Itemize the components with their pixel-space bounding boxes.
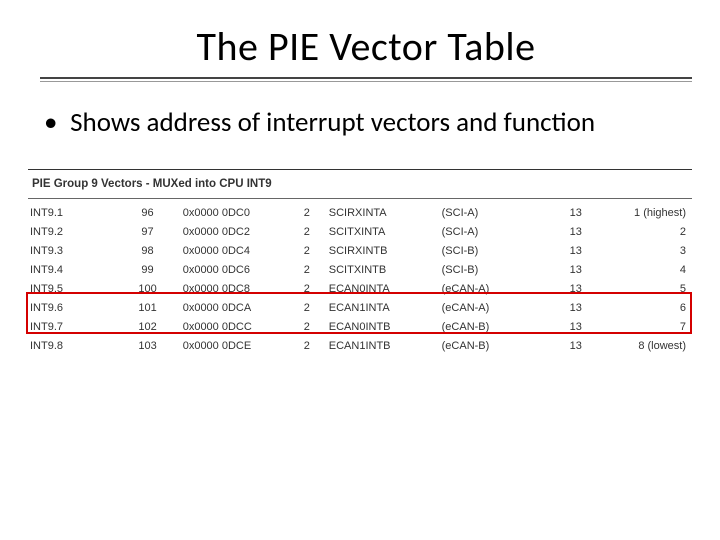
peripheral: (eCAN-B) — [440, 336, 546, 355]
signal-name: ECAN1INTA — [327, 298, 440, 317]
bullet-text: Shows address of interrupt vectors and f… — [70, 106, 595, 139]
vector-address: 0x0000 0DCA — [181, 298, 287, 317]
peripheral: (SCI-A) — [440, 222, 546, 241]
vector-size: 2 — [287, 317, 327, 336]
vector-name: INT9.4 — [28, 260, 114, 279]
vector-name: INT9.3 — [28, 241, 114, 260]
bullet-item: • Shows address of interrupt vectors and… — [44, 106, 692, 139]
table-row: INT9.51000x0000 0DC82ECAN0INTA(eCAN-A)13… — [28, 279, 692, 298]
vector-size: 2 — [287, 203, 327, 222]
vector-address: 0x0000 0DCE — [181, 336, 287, 355]
signal-name: ECAN0INTA — [327, 279, 440, 298]
peripheral: (SCI-A) — [440, 203, 546, 222]
priority: 3 — [606, 241, 692, 260]
peripheral: (SCI-B) — [440, 260, 546, 279]
signal-name: ECAN0INTB — [327, 317, 440, 336]
vector-id: 97 — [114, 222, 180, 241]
table-header-rule — [28, 198, 692, 199]
table-row: INT9.4990x0000 0DC62SCITXINTB(SCI-B)134 — [28, 260, 692, 279]
vector-size: 2 — [287, 222, 327, 241]
vector-size: 2 — [287, 336, 327, 355]
priority: 1 (highest) — [606, 203, 692, 222]
group-num: 13 — [546, 336, 606, 355]
group-num: 13 — [546, 222, 606, 241]
vector-name: INT9.1 — [28, 203, 114, 222]
peripheral: (eCAN-B) — [440, 317, 546, 336]
vector-id: 99 — [114, 260, 180, 279]
vector-name: INT9.2 — [28, 222, 114, 241]
vector-name: INT9.5 — [28, 279, 114, 298]
vector-id: 101 — [114, 298, 180, 317]
peripheral: (eCAN-A) — [440, 298, 546, 317]
vector-table: PIE Group 9 Vectors - MUXed into CPU INT… — [28, 169, 692, 355]
vector-address: 0x0000 0DC8 — [181, 279, 287, 298]
vector-size: 2 — [287, 279, 327, 298]
peripheral: (eCAN-A) — [440, 279, 546, 298]
vector-data-table: INT9.1960x0000 0DC02SCIRXINTA(SCI-A)131 … — [28, 203, 692, 355]
vector-address: 0x0000 0DC6 — [181, 260, 287, 279]
vector-id: 98 — [114, 241, 180, 260]
vector-size: 2 — [287, 260, 327, 279]
vector-address: 0x0000 0DCC — [181, 317, 287, 336]
vector-address: 0x0000 0DC4 — [181, 241, 287, 260]
vector-name: INT9.8 — [28, 336, 114, 355]
group-num: 13 — [546, 203, 606, 222]
table-row: INT9.81030x0000 0DCE2ECAN1INTB(eCAN-B)13… — [28, 336, 692, 355]
table-row: INT9.2970x0000 0DC22SCITXINTA(SCI-A)132 — [28, 222, 692, 241]
table-row: INT9.1960x0000 0DC02SCIRXINTA(SCI-A)131 … — [28, 203, 692, 222]
table-top-rule — [28, 169, 692, 170]
vector-id: 96 — [114, 203, 180, 222]
title-underline-shadow — [40, 81, 692, 82]
table-row: INT9.71020x0000 0DCC2ECAN0INTB(eCAN-B)13… — [28, 317, 692, 336]
title-underline — [40, 77, 692, 79]
priority: 6 — [606, 298, 692, 317]
priority: 7 — [606, 317, 692, 336]
priority: 2 — [606, 222, 692, 241]
group-num: 13 — [546, 298, 606, 317]
vector-id: 102 — [114, 317, 180, 336]
group-num: 13 — [546, 260, 606, 279]
page-title: The PIE Vector Table — [40, 22, 692, 71]
bullet-dot-icon: • — [44, 106, 64, 139]
priority: 8 (lowest) — [606, 336, 692, 355]
signal-name: SCIRXINTB — [327, 241, 440, 260]
vector-id: 100 — [114, 279, 180, 298]
table-row: INT9.3980x0000 0DC42SCIRXINTB(SCI-B)133 — [28, 241, 692, 260]
table-row: INT9.61010x0000 0DCA2ECAN1INTA(eCAN-A)13… — [28, 298, 692, 317]
vector-size: 2 — [287, 298, 327, 317]
priority: 5 — [606, 279, 692, 298]
signal-name: SCITXINTA — [327, 222, 440, 241]
signal-name: SCIRXINTA — [327, 203, 440, 222]
vector-address: 0x0000 0DC2 — [181, 222, 287, 241]
signal-name: SCITXINTB — [327, 260, 440, 279]
table-group-header: PIE Group 9 Vectors - MUXed into CPU INT… — [28, 176, 692, 194]
vector-name: INT9.7 — [28, 317, 114, 336]
vector-size: 2 — [287, 241, 327, 260]
vector-address: 0x0000 0DC0 — [181, 203, 287, 222]
signal-name: ECAN1INTB — [327, 336, 440, 355]
vector-id: 103 — [114, 336, 180, 355]
group-num: 13 — [546, 317, 606, 336]
group-num: 13 — [546, 279, 606, 298]
group-num: 13 — [546, 241, 606, 260]
peripheral: (SCI-B) — [440, 241, 546, 260]
priority: 4 — [606, 260, 692, 279]
vector-name: INT9.6 — [28, 298, 114, 317]
